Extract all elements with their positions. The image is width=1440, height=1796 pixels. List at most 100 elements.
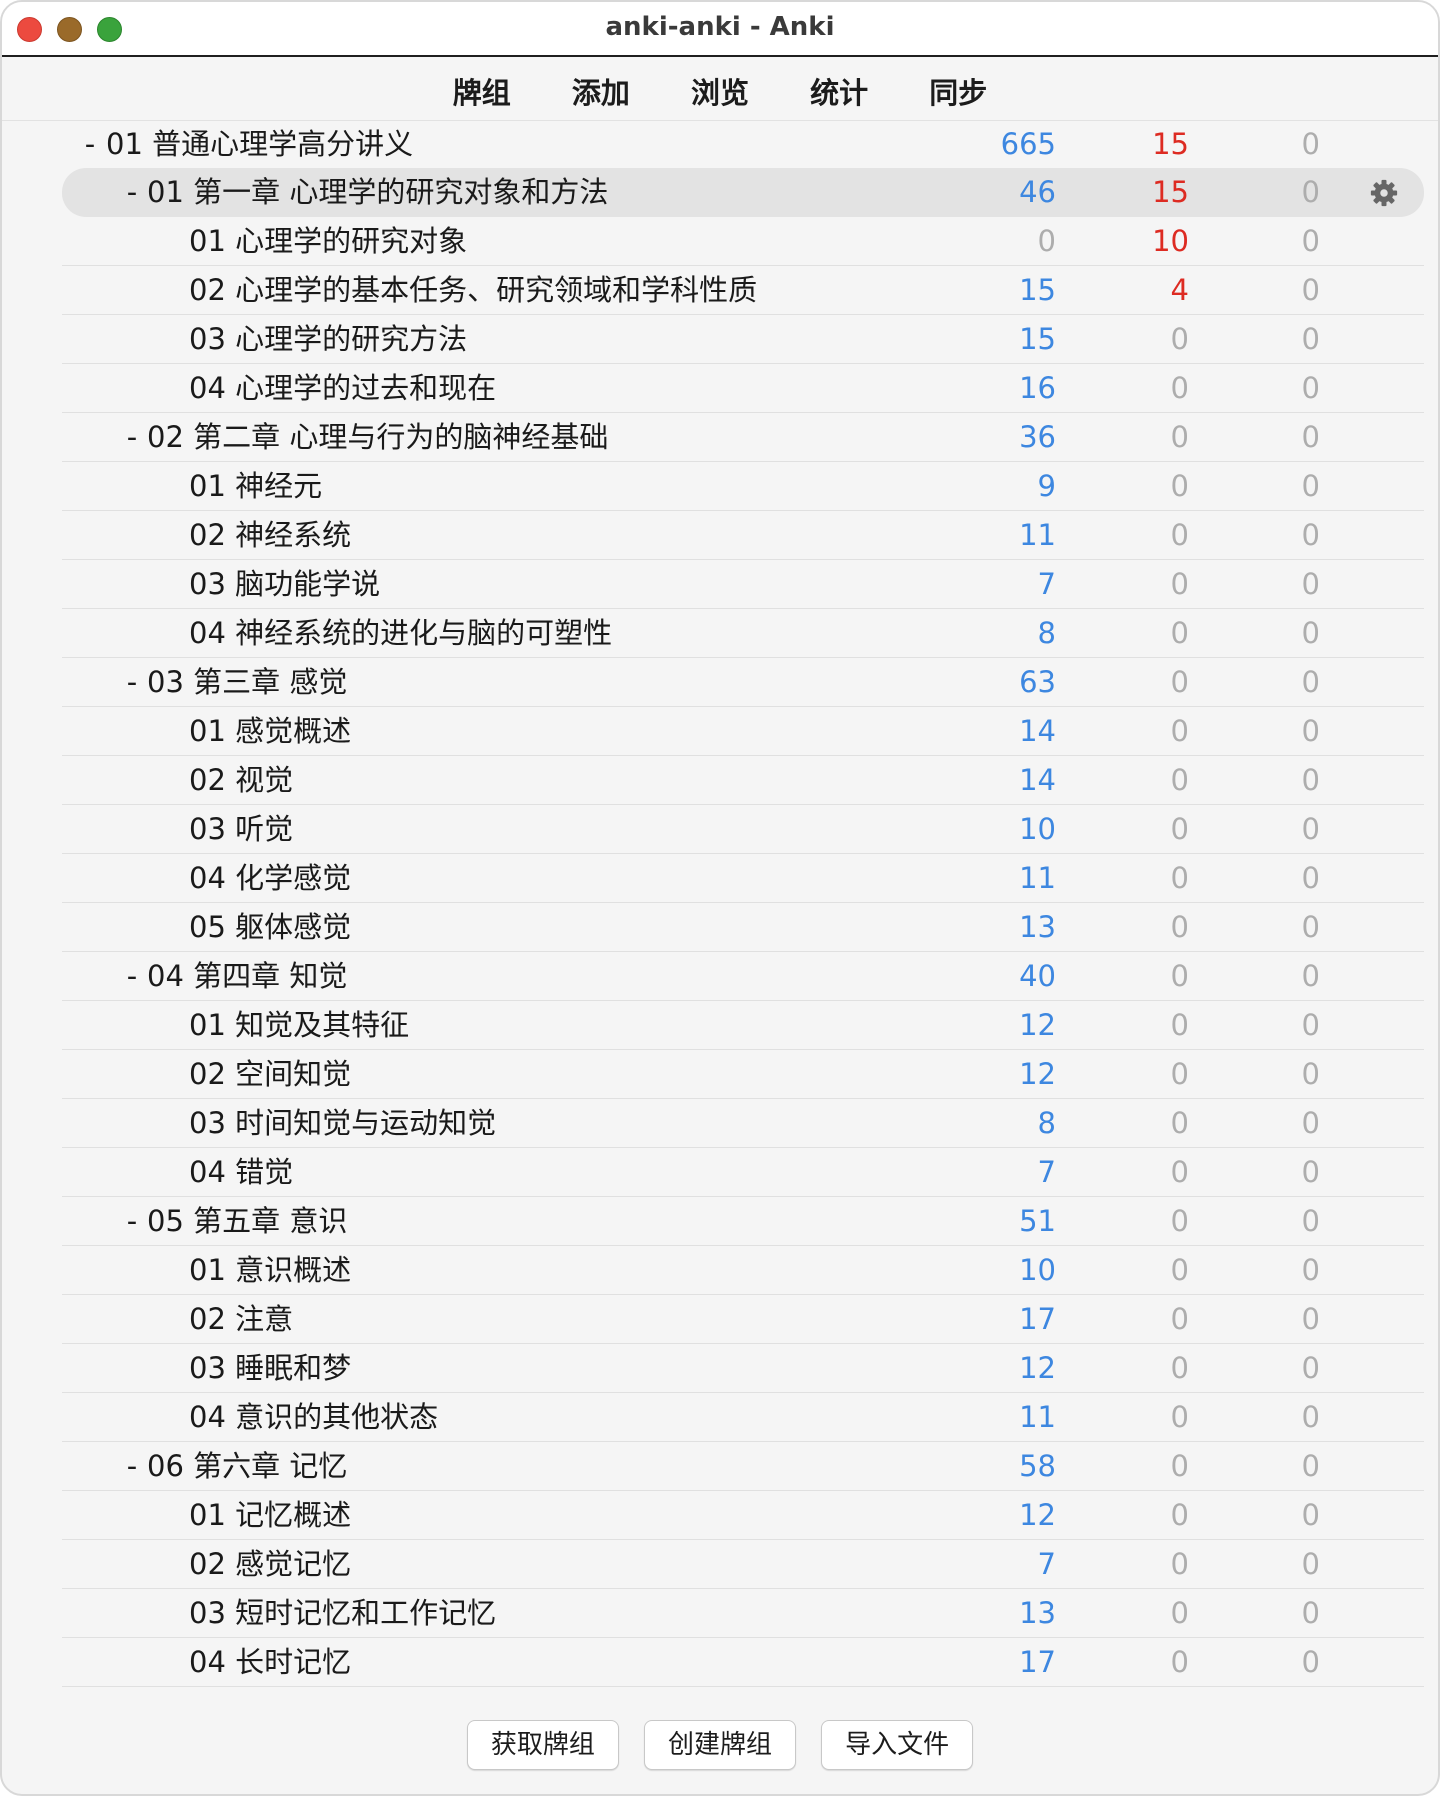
deck-row[interactable]: 02 神经系统 11 0 0 bbox=[62, 511, 1424, 560]
deck-row[interactable]: -05 第五章 意识 51 0 0 bbox=[62, 1197, 1424, 1246]
deck-learn-count: 0 bbox=[1170, 1645, 1189, 1679]
deck-due-count: 0 bbox=[1301, 322, 1320, 356]
deck-row[interactable]: 01 记忆概述 12 0 0 bbox=[62, 1491, 1424, 1540]
deck-name[interactable]: 02 空间知觉 bbox=[189, 1050, 351, 1098]
deck-name[interactable]: 01 记忆概述 bbox=[189, 1491, 351, 1539]
deck-row[interactable]: 01 神经元 9 0 0 bbox=[62, 462, 1424, 511]
deck-name[interactable]: 01 心理学的研究对象 bbox=[189, 217, 467, 265]
toolbar-browse-button[interactable]: 浏览 bbox=[691, 70, 749, 112]
deck-row[interactable]: 03 时间知觉与运动知觉 8 0 0 bbox=[62, 1099, 1424, 1148]
collapse-toggle[interactable]: - bbox=[122, 168, 142, 216]
deck-row[interactable]: 04 神经系统的进化与脑的可塑性 8 0 0 bbox=[62, 609, 1424, 658]
deck-name[interactable]: 03 听觉 bbox=[189, 805, 293, 853]
deck-name[interactable]: 01 知觉及其特征 bbox=[189, 1001, 409, 1049]
deck-new-count: 9 bbox=[1037, 469, 1056, 503]
deck-name[interactable]: 03 短时记忆和工作记忆 bbox=[189, 1589, 496, 1637]
collapse-toggle[interactable]: - bbox=[122, 1442, 142, 1490]
deck-row[interactable]: 04 意识的其他状态 11 0 0 bbox=[62, 1393, 1424, 1442]
deck-new-count: 11 bbox=[1019, 861, 1056, 895]
deck-name[interactable]: 05 躯体感觉 bbox=[189, 903, 351, 951]
deck-name[interactable]: 01 感觉概述 bbox=[189, 707, 351, 755]
collapse-toggle[interactable]: - bbox=[122, 658, 142, 706]
collapse-toggle[interactable]: - bbox=[122, 952, 142, 1000]
deck-row[interactable]: -04 第四章 知觉 40 0 0 bbox=[62, 952, 1424, 1001]
import-file-button[interactable]: 导入文件 bbox=[821, 1720, 974, 1770]
deck-learn-count: 0 bbox=[1170, 812, 1189, 846]
deck-name[interactable]: 01 神经元 bbox=[189, 462, 322, 510]
deck-name[interactable]: 02 视觉 bbox=[189, 756, 293, 804]
deck-due-count: 0 bbox=[1301, 1645, 1320, 1679]
deck-name[interactable]: 04 心理学的过去和现在 bbox=[189, 364, 496, 412]
deck-name[interactable]: 02 感觉记忆 bbox=[189, 1540, 351, 1588]
deck-name[interactable]: 03 心理学的研究方法 bbox=[189, 315, 467, 363]
deck-row[interactable]: 05 躯体感觉 13 0 0 bbox=[62, 903, 1424, 952]
gear-icon[interactable] bbox=[1369, 178, 1399, 208]
deck-name[interactable]: 04 意识的其他状态 bbox=[189, 1393, 438, 1441]
deck-name[interactable]: 02 神经系统 bbox=[189, 511, 351, 559]
deck-name[interactable]: 04 化学感觉 bbox=[189, 854, 351, 902]
deck-row[interactable]: 01 意识概述 10 0 0 bbox=[62, 1246, 1424, 1295]
deck-row[interactable]: 03 心理学的研究方法 15 0 0 bbox=[62, 315, 1424, 364]
collapse-toggle[interactable]: - bbox=[122, 413, 142, 461]
deck-learn-count: 0 bbox=[1170, 518, 1189, 552]
deck-name[interactable]: 04 错觉 bbox=[189, 1148, 293, 1196]
deck-name[interactable]: 02 注意 bbox=[189, 1295, 293, 1343]
toolbar-stats-button[interactable]: 统计 bbox=[810, 70, 868, 112]
deck-due-count: 0 bbox=[1301, 1057, 1320, 1091]
deck-new-count: 8 bbox=[1037, 616, 1056, 650]
collapse-toggle[interactable]: - bbox=[80, 120, 100, 168]
deck-name[interactable]: 05 第五章 意识 bbox=[147, 1197, 347, 1245]
deck-row[interactable]: 03 睡眠和梦 12 0 0 bbox=[62, 1344, 1424, 1393]
deck-name[interactable]: 03 睡眠和梦 bbox=[189, 1344, 351, 1392]
collapse-toggle[interactable]: - bbox=[122, 1197, 142, 1245]
deck-name[interactable]: 04 长时记忆 bbox=[189, 1638, 351, 1686]
deck-due-count: 0 bbox=[1301, 1106, 1320, 1140]
deck-row[interactable]: 01 感觉概述 14 0 0 bbox=[62, 707, 1424, 756]
deck-row[interactable]: 03 听觉 10 0 0 bbox=[62, 805, 1424, 854]
deck-name[interactable]: 04 第四章 知觉 bbox=[147, 952, 347, 1000]
deck-row[interactable]: 03 短时记忆和工作记忆 13 0 0 bbox=[62, 1589, 1424, 1638]
deck-name[interactable]: 03 第三章 感觉 bbox=[147, 658, 347, 706]
deck-name[interactable]: 03 时间知觉与运动知觉 bbox=[189, 1099, 496, 1147]
deck-row[interactable]: 04 长时记忆 17 0 0 bbox=[62, 1638, 1424, 1687]
deck-row[interactable]: 04 心理学的过去和现在 16 0 0 bbox=[62, 364, 1424, 413]
toolbar-decks-button[interactable]: 牌组 bbox=[453, 70, 511, 112]
deck-due-count: 0 bbox=[1301, 763, 1320, 797]
create-deck-button[interactable]: 创建牌组 bbox=[644, 1720, 796, 1770]
deck-row[interactable]: 04 化学感觉 11 0 0 bbox=[62, 854, 1424, 903]
deck-row[interactable]: 02 注意 17 0 0 bbox=[62, 1295, 1424, 1344]
deck-name[interactable]: 01 第一章 心理学的研究对象和方法 bbox=[147, 168, 608, 216]
deck-name[interactable]: 01 普通心理学高分讲义 bbox=[106, 120, 413, 168]
deck-row[interactable]: 01 知觉及其特征 12 0 0 bbox=[62, 1001, 1424, 1050]
toolbar-add-button[interactable]: 添加 bbox=[572, 70, 630, 112]
deck-name[interactable]: 03 脑功能学说 bbox=[189, 560, 380, 608]
deck-row[interactable]: -02 第二章 心理与行为的脑神经基础 36 0 0 bbox=[62, 413, 1424, 462]
deck-name[interactable]: 01 意识概述 bbox=[189, 1246, 351, 1294]
deck-new-count: 0 bbox=[1037, 224, 1056, 258]
deck-learn-count: 0 bbox=[1170, 1057, 1189, 1091]
deck-row[interactable]: 02 视觉 14 0 0 bbox=[62, 756, 1424, 805]
deck-row[interactable]: 02 空间知觉 12 0 0 bbox=[62, 1050, 1424, 1099]
deck-name[interactable]: 02 心理学的基本任务、研究领域和学科性质 bbox=[189, 266, 757, 314]
deck-due-count: 0 bbox=[1301, 812, 1320, 846]
deck-name[interactable]: 06 第六章 记忆 bbox=[147, 1442, 347, 1490]
deck-learn-count: 0 bbox=[1170, 1351, 1189, 1385]
deck-row[interactable]: 02 心理学的基本任务、研究领域和学科性质 15 4 0 bbox=[62, 266, 1424, 315]
deck-due-count: 0 bbox=[1301, 1008, 1320, 1042]
deck-learn-count: 0 bbox=[1170, 714, 1189, 748]
deck-row[interactable]: -03 第三章 感觉 63 0 0 bbox=[62, 658, 1424, 707]
deck-row[interactable]: 01 心理学的研究对象 0 10 0 bbox=[62, 217, 1424, 266]
deck-learn-count: 0 bbox=[1170, 322, 1189, 356]
deck-row[interactable]: 04 错觉 7 0 0 bbox=[62, 1148, 1424, 1197]
deck-row[interactable]: 03 脑功能学说 7 0 0 bbox=[62, 560, 1424, 609]
deck-learn-count: 0 bbox=[1170, 567, 1189, 601]
deck-row[interactable]: -01 普通心理学高分讲义 665 15 0 bbox=[62, 120, 1424, 168]
deck-name[interactable]: 04 神经系统的进化与脑的可塑性 bbox=[189, 609, 612, 657]
deck-row[interactable]: -06 第六章 记忆 58 0 0 bbox=[62, 1442, 1424, 1491]
deck-name[interactable]: 02 第二章 心理与行为的脑神经基础 bbox=[147, 413, 608, 461]
deck-due-count: 0 bbox=[1301, 714, 1320, 748]
deck-row[interactable]: 02 感觉记忆 7 0 0 bbox=[62, 1540, 1424, 1589]
deck-row[interactable]: -01 第一章 心理学的研究对象和方法 46 15 0 bbox=[62, 168, 1424, 217]
toolbar-sync-button[interactable]: 同步 bbox=[929, 70, 987, 112]
get-shared-decks-button[interactable]: 获取牌组 bbox=[466, 1720, 619, 1770]
